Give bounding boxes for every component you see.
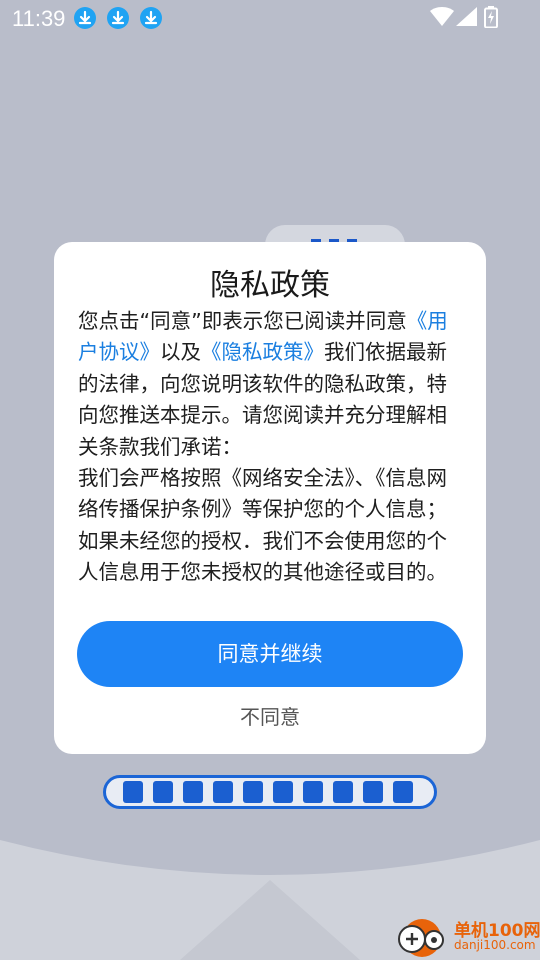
progress-segment (273, 781, 293, 803)
progress-segment (123, 781, 143, 803)
progress-segment (243, 781, 263, 803)
disagree-button[interactable]: 不同意 (54, 702, 486, 732)
battery-charging-icon (484, 6, 498, 32)
watermark: 单机100网 danji100.com (392, 912, 540, 960)
status-time: 11:39 (12, 6, 66, 31)
intro-text-2: 以及 (160, 340, 201, 365)
download-icon (107, 7, 129, 29)
progress-segment (303, 781, 323, 803)
progress-segment (363, 781, 383, 803)
intro-text-1: 您点击“同意”即表示您已阅读并同意 (78, 309, 407, 333)
progress-segment (213, 781, 233, 803)
privacy-policy-link[interactable]: 《隐私政策》 (201, 340, 324, 364)
signal-icon (456, 7, 478, 31)
progress-segment (333, 781, 353, 803)
download-icon (140, 7, 162, 29)
dialog-title: 隐私政策 (210, 268, 330, 303)
loading-progress-bar (103, 775, 437, 809)
progress-segment (183, 781, 203, 803)
dialog-paragraph-2: 我们会严格按照《网络安全法》、《信息网络传播保护条例》等保护您的个人信息；如果未… (78, 466, 447, 585)
watermark-domain: danji100.com (454, 938, 536, 952)
wifi-icon (430, 7, 454, 31)
dialog-body: 您点击“同意”即表示您已阅读并同意《用户协议》以及《隐私政策》我们依据最新的法律… (78, 306, 464, 589)
status-bar: 11:39 (0, 0, 540, 38)
dialog-paragraph-1: 您点击“同意”即表示您已阅读并同意《用户协议》以及《隐私政策》我们依据最新的法律… (78, 306, 464, 463)
progress-segment (393, 781, 413, 803)
watermark-logo-icon (398, 919, 444, 957)
download-icon (74, 7, 96, 29)
privacy-dialog: 隐私政策 您点击“同意”即表示您已阅读并同意《用户协议》以及《隐私政策》我们依据… (54, 242, 486, 754)
agree-continue-button[interactable]: 同意并继续 (77, 621, 463, 687)
progress-segment (153, 781, 173, 803)
